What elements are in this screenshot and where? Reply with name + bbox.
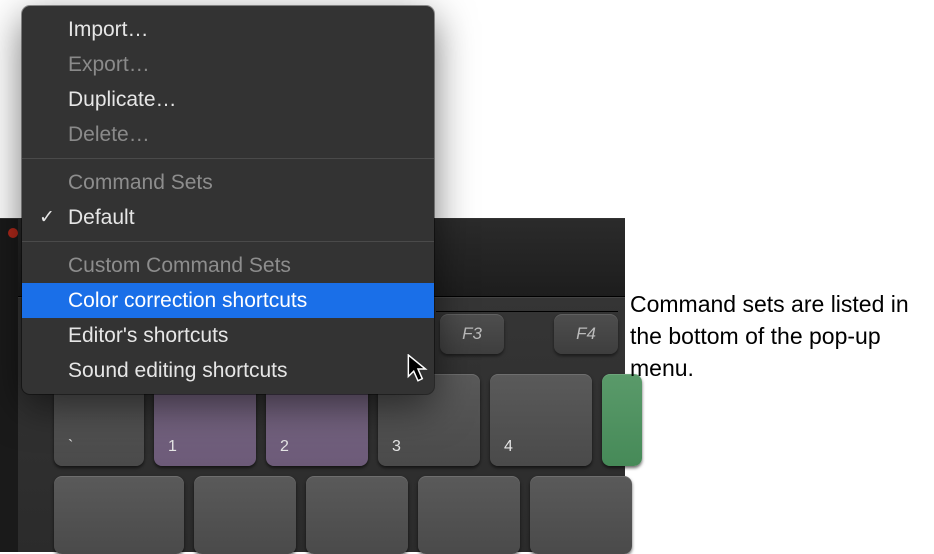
menu-item-label: Sound editing shortcuts bbox=[68, 359, 287, 382]
window-close-button[interactable] bbox=[8, 228, 18, 238]
key-f4[interactable]: F4 bbox=[554, 314, 618, 354]
menu-item-import[interactable]: Import… bbox=[22, 12, 434, 47]
menu-header-custom-command-sets: Custom Command Sets bbox=[22, 248, 434, 283]
menu-separator bbox=[22, 158, 434, 159]
key-e-partial[interactable] bbox=[418, 476, 520, 554]
menu-item-editors-shortcuts[interactable]: Editor's shortcuts bbox=[22, 318, 434, 353]
menu-item-duplicate[interactable]: Duplicate… bbox=[22, 82, 434, 117]
key-r-partial[interactable] bbox=[530, 476, 632, 554]
menu-item-label: Color correction shortcuts bbox=[68, 289, 307, 312]
menu-item-default[interactable]: ✓ Default bbox=[22, 200, 434, 235]
menu-item-label: Editor's shortcuts bbox=[68, 324, 228, 347]
key-f3[interactable]: F3 bbox=[440, 314, 504, 354]
menu-item-sound-editing[interactable]: Sound editing shortcuts bbox=[22, 353, 434, 388]
callout-text: Command sets are listed in the bottom of… bbox=[630, 288, 930, 384]
menu-header-command-sets: Command Sets bbox=[22, 165, 434, 200]
menu-header-label: Custom Command Sets bbox=[68, 254, 291, 277]
key-5-partial[interactable] bbox=[602, 374, 642, 466]
key-4[interactable]: 4 bbox=[490, 374, 592, 466]
command-set-popup-menu: Import… Export… Duplicate… Delete… Comma… bbox=[22, 6, 434, 394]
menu-item-color-correction[interactable]: Color correction shortcuts bbox=[22, 283, 434, 318]
menu-item-label: Export… bbox=[68, 53, 150, 76]
key-q-partial[interactable] bbox=[194, 476, 296, 554]
menu-item-delete: Delete… bbox=[22, 117, 434, 152]
menu-item-label: Duplicate… bbox=[68, 88, 177, 111]
menu-separator bbox=[22, 241, 434, 242]
key-tab-partial[interactable] bbox=[54, 476, 184, 554]
menu-item-label: Import… bbox=[68, 18, 149, 41]
menu-item-label: Default bbox=[68, 206, 135, 229]
cursor-arrow-icon bbox=[407, 354, 429, 384]
key-w-partial[interactable] bbox=[306, 476, 408, 554]
menu-item-label: Delete… bbox=[68, 123, 150, 146]
menu-item-export: Export… bbox=[22, 47, 434, 82]
menu-header-label: Command Sets bbox=[68, 171, 213, 194]
checkmark-icon: ✓ bbox=[39, 203, 55, 232]
callout-leader-line bbox=[436, 311, 618, 312]
